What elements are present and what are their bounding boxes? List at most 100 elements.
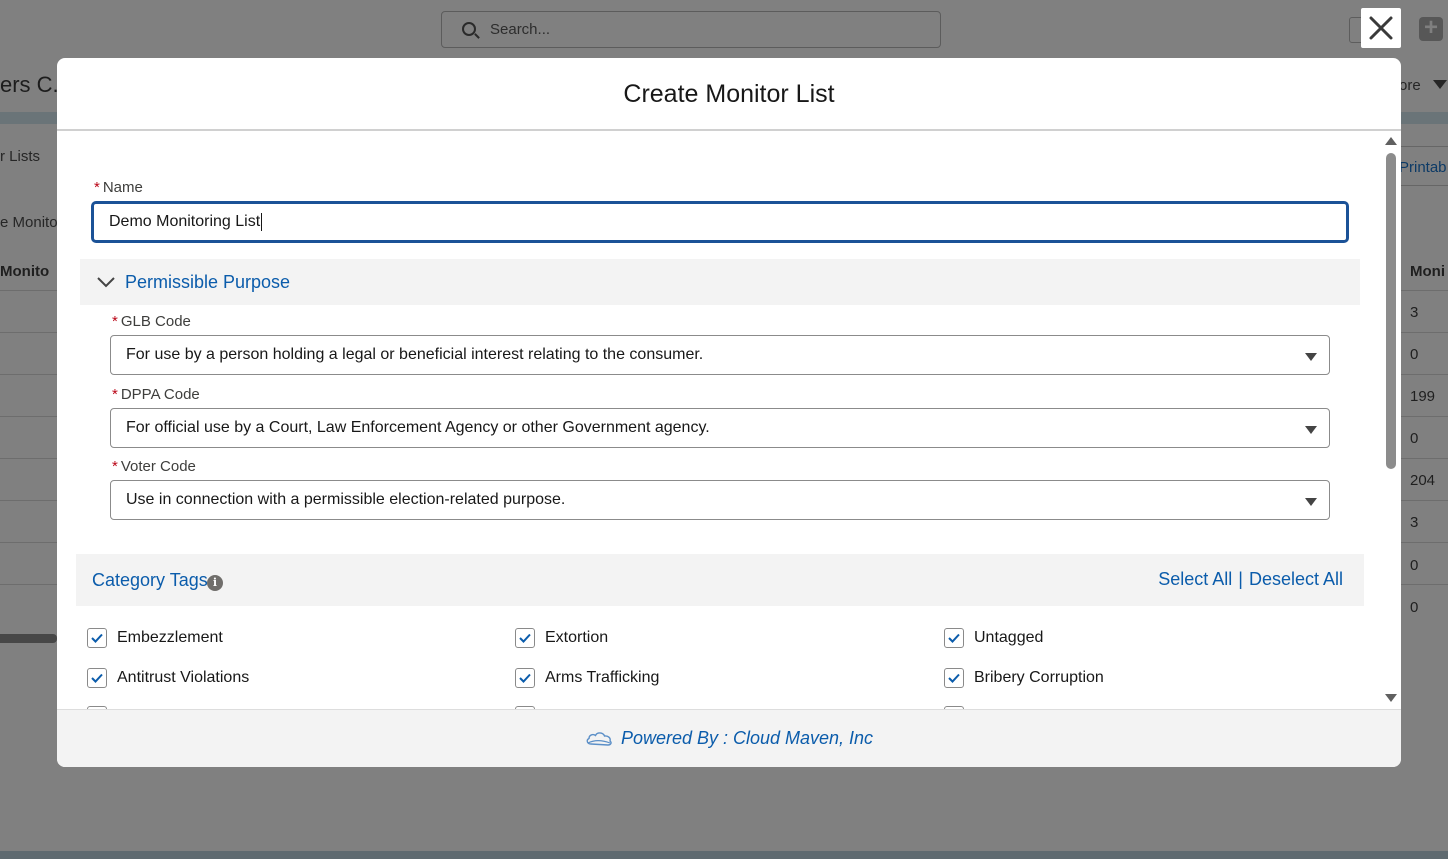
- glb-code-label-text: GLB Code: [120, 313, 191, 330]
- table-row-divider: [0, 374, 57, 375]
- checkmark-icon: [519, 633, 531, 643]
- modal-body: * Name Demo Monitoring List Permissible P…: [57, 131, 1401, 709]
- background-horizontal-scrollbar: [0, 634, 57, 643]
- tag-checkbox-item[interactable]: Bribery Corruption: [944, 668, 1104, 688]
- background-printable-button: Printab: [1396, 146, 1448, 186]
- background-column-head-left: Monito: [0, 263, 50, 280]
- voter-code-select[interactable]: Use in connection with a permissible ele…: [110, 480, 1330, 520]
- required-indicator: *: [112, 386, 118, 403]
- checkbox[interactable]: [87, 668, 107, 688]
- checkbox[interactable]: [944, 668, 964, 688]
- dppa-code-label: * DPPA Code: [112, 386, 200, 403]
- glb-code-select[interactable]: For use by a person holding a legal or b…: [110, 335, 1330, 375]
- checkbox[interactable]: [87, 628, 107, 648]
- name-input-value: Demo Monitoring List: [109, 213, 261, 230]
- checkbox[interactable]: [515, 628, 535, 648]
- action-separator: |: [1238, 569, 1243, 589]
- dppa-code-label-text: DPPA Code: [120, 386, 200, 403]
- background-bottom-bar: [0, 851, 1448, 859]
- search-placeholder: Search...: [490, 21, 551, 38]
- scroll-up-arrow-icon[interactable]: [1385, 137, 1397, 145]
- table-cell-count: 0: [1410, 346, 1419, 363]
- voter-code-label-text: Voter Code: [120, 458, 196, 475]
- tag-checkbox-item[interactable]: Embezzlement: [87, 628, 223, 648]
- table-row-divider: [0, 500, 57, 501]
- modal-title: Create Monitor List: [623, 80, 835, 108]
- table-row-divider: [1401, 332, 1448, 333]
- modal-vertical-scrollbar[interactable]: [1382, 131, 1401, 709]
- tag-checkbox-item[interactable]: Arms Trafficking: [515, 668, 659, 688]
- table-row-divider: [0, 332, 57, 333]
- table-row-divider: [1401, 374, 1448, 375]
- more-caret-icon: [1433, 80, 1447, 89]
- tag-label: Antitrust Violations: [117, 669, 250, 686]
- dppa-code-select[interactable]: For official use by a Court, Law Enforce…: [110, 408, 1330, 448]
- table-cell-count: 199: [1410, 388, 1436, 405]
- required-indicator: *: [94, 179, 100, 196]
- dropdown-caret-icon: [1305, 426, 1317, 434]
- powered-by-text: Powered By : Cloud Maven, Inc: [620, 728, 874, 748]
- category-tags-header: Category Tags i Select All | Deselect All: [76, 554, 1364, 606]
- tag-label: Arms Trafficking: [545, 669, 660, 686]
- name-input[interactable]: Demo Monitoring List: [91, 201, 1349, 243]
- table-row-divider: [1401, 584, 1448, 585]
- text-cursor: [261, 212, 263, 231]
- table-cell-count: 204: [1410, 472, 1436, 489]
- tag-label: Extortion: [545, 629, 609, 646]
- scrollbar-thumb[interactable]: [1386, 153, 1396, 469]
- table-row-divider: [0, 416, 57, 417]
- cloud-logo-icon: [586, 731, 612, 746]
- background-column-head-right: Moni: [1410, 263, 1445, 280]
- permissible-purpose-title: Permissible Purpose: [125, 271, 291, 292]
- table-row-divider: [1401, 416, 1448, 417]
- table-cell-count: 3: [1410, 304, 1419, 321]
- global-search-input: Search...: [441, 11, 941, 48]
- checkmark-icon: [948, 633, 960, 643]
- glb-code-label: * GLB Code: [112, 313, 191, 330]
- tag-checkbox-item[interactable]: Untagged: [944, 628, 1043, 648]
- name-field-label: * Name: [94, 179, 143, 196]
- tag-checkbox-item[interactable]: Extortion: [515, 628, 608, 648]
- required-indicator: *: [112, 458, 118, 475]
- search-icon: [462, 22, 476, 36]
- table-row-divider: [0, 584, 57, 585]
- required-indicator: *: [112, 313, 118, 330]
- table-row-divider: [1401, 500, 1448, 501]
- table-cell-count: 3: [1410, 514, 1419, 531]
- modal-header: Create Monitor List: [57, 58, 1401, 131]
- info-icon[interactable]: i: [207, 575, 223, 591]
- select-all-link[interactable]: Select All: [1158, 569, 1232, 589]
- deselect-all-link[interactable]: Deselect All: [1249, 569, 1343, 589]
- permissible-purpose-section-header[interactable]: Permissible Purpose: [80, 259, 1360, 305]
- more-tab-label: ore: [1399, 77, 1421, 94]
- create-monitor-list-modal: Create Monitor List * Name Demo Monitorin…: [57, 58, 1401, 767]
- tag-label: Embezzlement: [117, 629, 223, 646]
- table-row-divider: [0, 458, 57, 459]
- checkmark-icon: [91, 673, 103, 683]
- voter-code-label: * Voter Code: [112, 458, 196, 475]
- dropdown-caret-icon: [1305, 353, 1317, 361]
- close-modal-button[interactable]: [1361, 8, 1401, 48]
- checkmark-icon: [948, 673, 960, 683]
- dppa-code-value: For official use by a Court, Law Enforce…: [126, 419, 710, 436]
- scroll-down-arrow-icon[interactable]: [1385, 694, 1397, 702]
- checkbox[interactable]: [515, 668, 535, 688]
- dropdown-caret-icon: [1305, 498, 1317, 506]
- modal-footer: Powered By : Cloud Maven, Inc: [57, 709, 1401, 767]
- table-cell-count: 0: [1410, 430, 1419, 447]
- chevron-down-icon[interactable]: [97, 273, 115, 291]
- tag-label: Bribery Corruption: [974, 669, 1104, 686]
- checkbox[interactable]: [944, 628, 964, 648]
- name-label-text: Name: [102, 179, 143, 196]
- table-row-divider: [1401, 542, 1448, 543]
- tag-selection-actions: Select All | Deselect All: [1158, 569, 1343, 590]
- table-row-divider: [0, 290, 57, 291]
- tag-checkbox-item[interactable]: Antitrust Violations: [87, 668, 249, 688]
- voter-code-value: Use in connection with a permissible ele…: [126, 491, 566, 508]
- table-row-divider: [1401, 290, 1448, 291]
- category-tags-title: Category Tags: [92, 570, 208, 590]
- checkmark-icon: [519, 673, 531, 683]
- table-row-divider: [1401, 458, 1448, 459]
- glb-code-value: For use by a person holding a legal or b…: [126, 346, 704, 363]
- tag-label: Untagged: [974, 629, 1044, 646]
